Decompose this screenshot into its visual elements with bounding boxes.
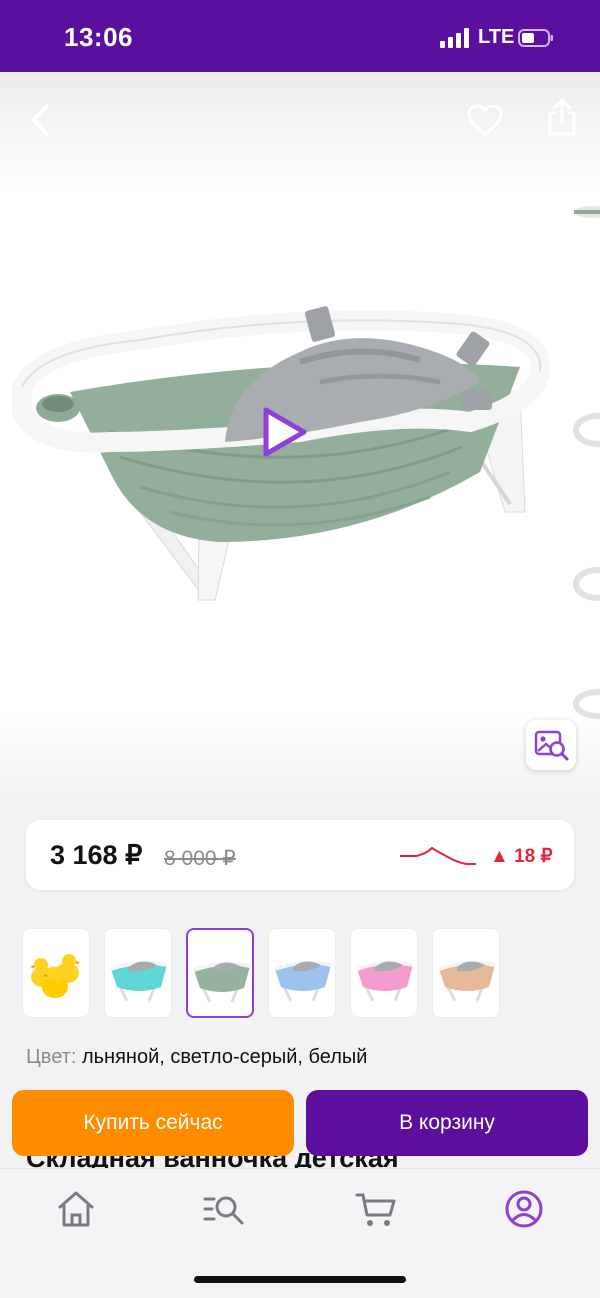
variant-turquoise[interactable]: [104, 928, 172, 1018]
status-time: 13:06: [64, 22, 133, 52]
variant-sage-green[interactable]: [186, 928, 254, 1018]
variant-light-blue[interactable]: [268, 928, 336, 1018]
variant-beige[interactable]: [432, 928, 500, 1018]
variant-selector: [22, 928, 600, 1022]
price-history-graph[interactable]: [398, 844, 478, 870]
chevron-left-icon: [31, 104, 49, 136]
play-icon[interactable]: [256, 404, 312, 460]
add-to-cart-button[interactable]: В корзину: [306, 1090, 588, 1156]
network-type: LTE: [478, 26, 515, 48]
profile-icon[interactable]: [502, 1187, 546, 1231]
old-price: 8 000 ₽: [164, 847, 236, 870]
cart-icon[interactable]: [354, 1187, 398, 1231]
status-bar: 13:06 LTE: [0, 0, 600, 72]
price-card: 3 168 ₽ 8 000 ₽ ▲ 18 ₽: [26, 820, 574, 890]
visual-search-button[interactable]: [526, 720, 576, 770]
battery-icon: [518, 29, 553, 47]
buy-now-button[interactable]: Купить сейчас: [12, 1090, 294, 1156]
signal-bars-icon: [440, 28, 469, 48]
home-icon[interactable]: [54, 1187, 98, 1231]
tub-light-blue-image: [274, 960, 332, 1002]
home-indicator: [194, 1276, 406, 1283]
next-image-peek[interactable]: [568, 192, 600, 732]
color-label: Цвет:: [26, 1046, 77, 1068]
favorite-button[interactable]: [462, 98, 508, 142]
back-button[interactable]: [18, 98, 62, 142]
rubber-duck-image: [30, 954, 80, 998]
tub-turquoise-image: [110, 960, 168, 1002]
tub-beige-image: [438, 960, 496, 1002]
variant-pink[interactable]: [350, 928, 418, 1018]
heart-icon: [467, 104, 503, 136]
share-button[interactable]: [540, 94, 584, 142]
color-info: Цвет: льняной, светло-серый, белый: [26, 1046, 367, 1069]
tub-pink-image: [356, 960, 414, 1002]
share-icon: [548, 99, 576, 136]
catalog-search-icon[interactable]: [202, 1187, 246, 1231]
current-price: 3 168 ₽: [50, 840, 143, 870]
variant-ducks[interactable]: [22, 928, 90, 1018]
color-value: льняной, светло-серый, белый: [81, 1046, 368, 1068]
tub-sage-green-image: [193, 961, 251, 1003]
product-gallery[interactable]: [0, 72, 600, 794]
price-change: ▲ 18 ₽: [490, 846, 553, 867]
image-search-icon: [534, 730, 569, 761]
